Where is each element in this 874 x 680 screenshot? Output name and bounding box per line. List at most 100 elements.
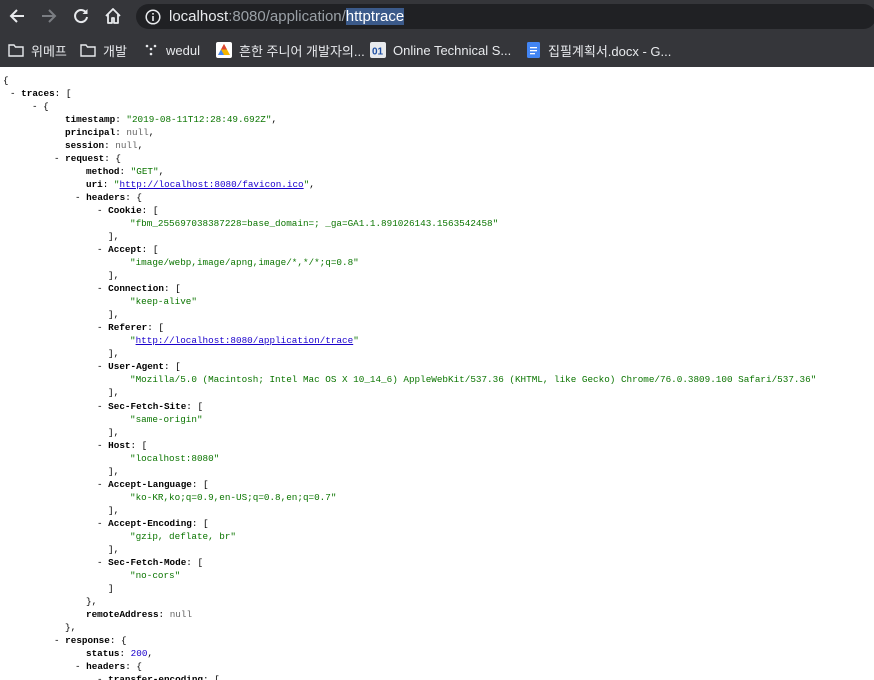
json-key: remoteAddress (86, 608, 159, 620)
json-punct: ], (108, 309, 120, 321)
json-line: timestamp: "2019-08-11T12:28:49.692Z", (65, 113, 277, 126)
bookmark-junior-dev[interactable]: 흔한 주니어 개발자의... (216, 40, 365, 60)
bookmark-wedul[interactable]: wedul (143, 40, 200, 60)
json-key: method (86, 166, 120, 178)
collapse-toggle[interactable]: - (97, 518, 108, 529)
json-punct: ], (108, 426, 120, 438)
json-key: headers (86, 660, 126, 672)
json-line: - headers: { (75, 191, 142, 204)
json-line: "ko-KR,ko;q=0.9,en-US;q=0.8,en;q=0.7" (130, 491, 336, 504)
collapse-toggle[interactable]: - (97, 401, 108, 412)
json-key: Sec-Fetch-Site (108, 400, 187, 412)
json-line: ], (108, 465, 119, 478)
json-punct: ], (108, 465, 120, 477)
collapse-toggle[interactable]: - (75, 661, 86, 672)
json-string: "ko-KR,ko;q=0.9,en-US;q=0.8,en;q=0.7" (130, 491, 337, 503)
json-key: session (65, 140, 105, 152)
json-line: ], (108, 386, 119, 399)
json-punct: ], (108, 348, 120, 360)
collapse-toggle[interactable]: - (97, 674, 108, 680)
url-path: :8080/application/ (228, 8, 346, 25)
bookmark-google-doc[interactable]: 집필계획서.docx - G... (525, 40, 671, 60)
json-line: ], (108, 543, 119, 556)
json-key: headers (86, 192, 126, 204)
back-button[interactable] (5, 5, 29, 27)
json-string: "2019-08-11T12:28:49.692Z" (126, 114, 272, 126)
json-punct: : (104, 140, 116, 152)
bookmark-label: 집필계획서.docx - G... (548, 43, 672, 59)
collapse-toggle[interactable]: - (10, 88, 21, 99)
bookmarks-bar: 위메프 개발 wedul 흔한 주니어 개발자의... 01 Online Te… (0, 36, 874, 64)
home-button[interactable] (101, 5, 125, 27)
json-punct: }, (86, 595, 98, 607)
json-key: transfer-encoding (108, 673, 204, 680)
google-docs-icon (525, 42, 541, 58)
reload-button[interactable] (69, 5, 93, 27)
forward-button[interactable] (37, 5, 61, 27)
json-line: - request: { (54, 152, 121, 165)
collapse-toggle[interactable]: - (97, 205, 108, 216)
collapse-toggle[interactable]: - (97, 283, 108, 294)
bookmark-label: 흔한 주니어 개발자의... (239, 43, 365, 59)
svg-text:01: 01 (372, 47, 384, 58)
json-key: Accept-Encoding (108, 517, 192, 529)
bookmark-label: Online Technical S... (393, 42, 512, 58)
json-line: - Sec-Fetch-Mode: [ (97, 556, 203, 569)
collapse-toggle[interactable]: - (54, 635, 65, 646)
json-string: "same-origin" (130, 413, 203, 425)
json-line: - response: { (54, 634, 127, 647)
o1-logo-icon: 01 (370, 42, 386, 58)
json-line: "Mozilla/5.0 (Macintosh; Intel Mac OS X … (130, 373, 816, 386)
json-line: - Cookie: [ (97, 204, 158, 217)
json-line: "keep-alive" (130, 295, 197, 308)
json-punct: { (3, 75, 9, 86)
collapse-toggle[interactable]: - (97, 440, 108, 451)
json-string: "keep-alive" (130, 296, 197, 308)
reload-icon (74, 9, 88, 24)
json-null: null (169, 608, 193, 620)
json-line: - { (32, 100, 49, 113)
url-host: localhost (169, 8, 229, 25)
json-line: - Accept-Encoding: [ (97, 517, 209, 530)
bookmark-folder-wemakeprice[interactable]: 위메프 (8, 40, 67, 60)
collapse-toggle[interactable]: - (97, 361, 108, 372)
json-string: "localhost:8080" (130, 452, 220, 464)
json-line: method: "GET", (86, 165, 164, 178)
collapse-toggle[interactable]: - (97, 244, 108, 255)
collapse-toggle[interactable]: - (97, 322, 108, 333)
bookmark-folder-dev[interactable]: 개발 (80, 40, 127, 60)
collapse-toggle[interactable]: - (75, 192, 86, 203)
json-line: remoteAddress: null (86, 608, 192, 621)
json-punct: : [ (141, 205, 159, 217)
json-line: ], (108, 230, 119, 243)
json-punct: : (115, 114, 127, 126)
collapse-toggle[interactable]: - (97, 479, 108, 490)
home-icon (105, 8, 121, 24)
json-punct: : [ (203, 673, 220, 680)
json-link[interactable]: http://localhost:8080/application/trace (136, 335, 354, 346)
json-link[interactable]: http://localhost:8080/favicon.ico (120, 179, 304, 190)
json-punct: : (158, 608, 170, 620)
url-text[interactable]: localhost:8080/application/httptrace (169, 8, 405, 25)
collapse-toggle[interactable]: - (97, 557, 108, 568)
json-punct: ], (108, 387, 120, 399)
bookmark-label: wedul (166, 42, 200, 58)
json-line: "image/webp,image/apng,image/*,*/*;q=0.8… (130, 256, 359, 269)
json-punct: , (148, 127, 155, 139)
info-icon[interactable] (145, 9, 161, 30)
json-line: - Referer: [ (97, 321, 164, 334)
bookmark-online-technical[interactable]: 01 Online Technical S... (370, 40, 511, 60)
json-line: status: 200, (86, 647, 153, 660)
json-punct: , (158, 166, 165, 178)
json-punct: ], (108, 231, 120, 243)
json-punct: : [ (191, 517, 209, 529)
collapse-toggle[interactable]: - (54, 153, 65, 164)
json-line: - Accept-Language: [ (97, 478, 209, 491)
json-punct: , (309, 179, 315, 191)
json-key: Cookie (108, 205, 142, 217)
dots-icon (143, 42, 159, 58)
address-bar[interactable]: localhost:8080/application/httptrace (136, 4, 874, 29)
json-line: - User-Agent: [ (97, 360, 181, 373)
json-string: "no-cors" (130, 569, 181, 581)
json-string: "Mozilla/5.0 (Macintosh; Intel Mac OS X … (130, 374, 817, 386)
